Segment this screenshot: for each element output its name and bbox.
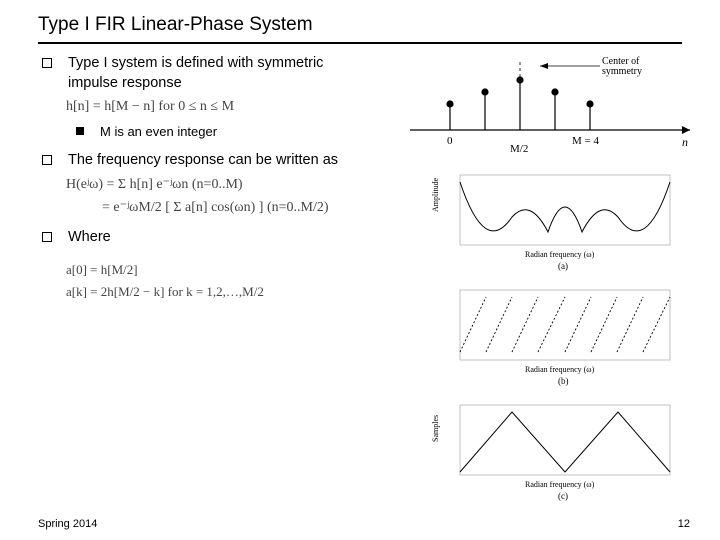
plot-b: Radian frequency (ω) (b) (430, 282, 690, 392)
svg-text:(b): (b) (558, 376, 569, 386)
tick-M4: M = 4 (572, 135, 599, 147)
formula-Hejw-2: = e⁻ʲωM/2 [ Σ a[n] cos(ωn) ] (n=0..M/2) (102, 199, 372, 216)
figures-column: Center of symmetry 0 M/2 M = 4 n Amplitu… (400, 52, 710, 512)
bullet-marker-outline (42, 232, 52, 242)
axis-n: n (682, 135, 688, 149)
bullet-marker-outline (42, 155, 52, 165)
bullet-1: Type I system is defined with symmetric … (42, 54, 372, 93)
svg-text:symmetry: symmetry (602, 66, 642, 77)
bullet-marker-solid (76, 127, 84, 135)
page-number: 12 (678, 518, 690, 530)
svg-text:Samples: Samples (431, 415, 440, 442)
footer-term: Spring 2014 (38, 518, 97, 530)
bullet-2: The frequency response can be written as (42, 151, 372, 171)
bullet-3-text: Where (68, 228, 111, 248)
bullet-3: Where (42, 228, 372, 248)
svg-text:Radian frequency (ω): Radian frequency (ω) (525, 250, 595, 259)
plot-a: Amplitude Radian frequency (ω) (a) (430, 167, 690, 277)
svg-text:(a): (a) (558, 261, 568, 271)
bullet-2-text: The frequency response can be written as (68, 151, 338, 171)
formula-a0: a[0] = h[M/2] (66, 262, 372, 278)
svg-text:Radian frequency (ω): Radian frequency (ω) (525, 365, 595, 374)
tick-M2: M/2 (510, 143, 528, 155)
plot-c: Samples Radian frequency (ω) (c) (430, 397, 690, 507)
svg-text:(c): (c) (558, 491, 568, 501)
tick-0: 0 (447, 135, 453, 147)
svg-text:Radian frequency (ω): Radian frequency (ω) (525, 480, 595, 489)
formula-hn: h[n] = h[M − n] for 0 ≤ n ≤ M (66, 99, 372, 115)
page-title: Type I FIR Linear-Phase System (0, 0, 720, 40)
formula-Hejw-1: H(eʲω) = Σ h[n] e⁻ʲωn (n=0..M) (66, 176, 372, 193)
bullet-marker-outline (42, 58, 52, 68)
bullet-1-sub: M is an even integer (76, 123, 372, 141)
impulse-stem-plot: Center of symmetry 0 M/2 M = 4 n (400, 52, 710, 162)
svg-text:Amplitude: Amplitude (431, 177, 440, 212)
bullet-1-text: Type I system is defined with symmetric … (68, 54, 372, 93)
formula-ak: a[k] = 2h[M/2 − k] for k = 1,2,…,M/2 (66, 284, 372, 300)
bullet-1-sub-text: M is an even integer (100, 123, 217, 141)
